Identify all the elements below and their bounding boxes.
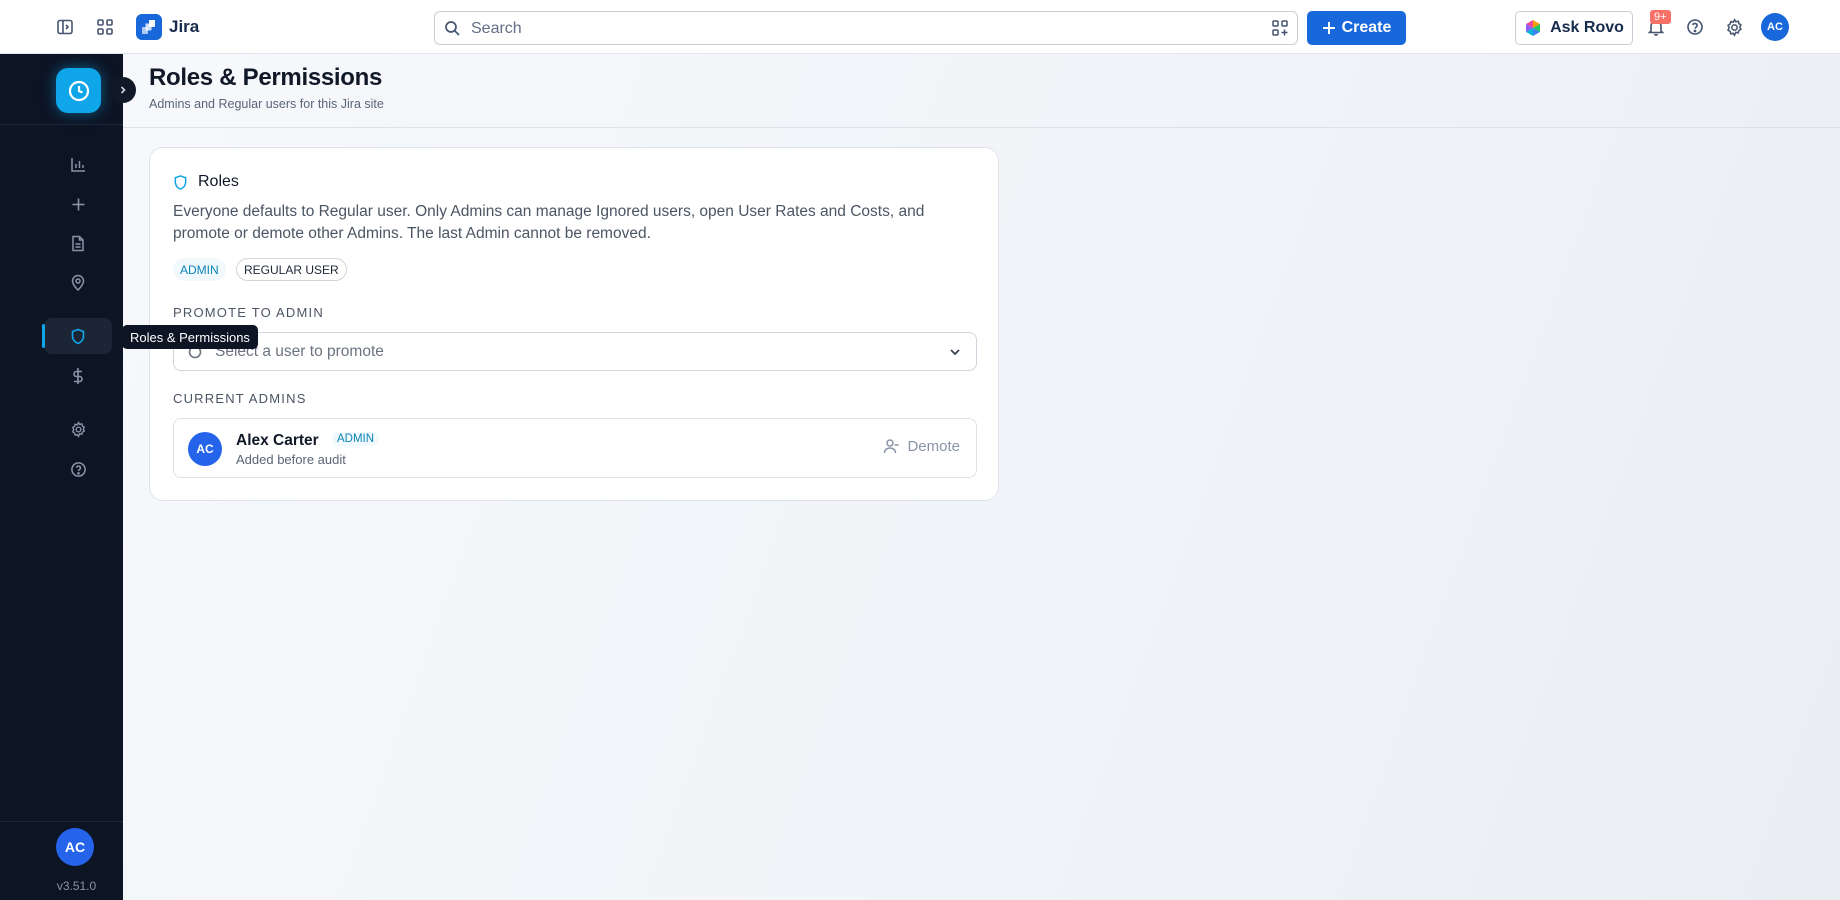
sidebar-item-reports[interactable] — [44, 146, 112, 182]
sidebar-tooltip: Roles & Permissions — [122, 325, 258, 349]
app-sidebar: AC v3.51.0 — [0, 54, 136, 900]
jira-logo-icon[interactable] — [136, 14, 162, 40]
admin-role-badge: ADMIN — [332, 432, 380, 446]
roles-card-header: Roles — [173, 173, 239, 191]
user-avatar[interactable]: AC — [1761, 13, 1789, 41]
search-input[interactable]: Search — [434, 11, 1298, 45]
search-placeholder: Search — [471, 20, 522, 37]
promote-section-label: PROMOTE TO ADMIN — [173, 305, 324, 320]
sidebar-item-rates[interactable] — [44, 358, 112, 394]
main-content: Roles & Permissions Admins and Regular u… — [123, 54, 1840, 900]
sidebar-item-settings[interactable] — [44, 411, 112, 447]
ask-rovo-button[interactable]: Ask Rovo — [1515, 11, 1633, 45]
sidebar-divider — [0, 124, 123, 125]
bar-chart-icon — [70, 157, 85, 172]
document-icon — [72, 235, 84, 251]
help-circle-icon — [70, 461, 86, 477]
map-pin-icon — [71, 274, 85, 291]
top-navigation-bar: Jira Search Create Ask Rovo 9+ AC — [0, 0, 1840, 54]
admin-note: Added before audit — [236, 452, 346, 467]
shield-icon — [174, 174, 187, 190]
admin-avatar: AC — [188, 432, 222, 466]
sidebar-item-add[interactable] — [44, 186, 112, 222]
ask-rovo-label: Ask Rovo — [1550, 19, 1624, 36]
user-minus-icon — [884, 439, 899, 454]
roles-description: Everyone defaults to Regular user. Only … — [173, 203, 925, 242]
demote-button[interactable]: Demote — [883, 438, 960, 455]
app-name[interactable]: Jira — [169, 17, 199, 37]
admin-name: Alex Carter — [236, 432, 319, 449]
sidebar-divider — [0, 821, 123, 822]
dollar-icon — [73, 368, 83, 384]
notifications-badge: 9+ — [1650, 10, 1671, 24]
app-switcher-icon[interactable] — [91, 13, 119, 41]
page-title: Roles & Permissions — [149, 64, 383, 91]
admin-role-pill: ADMIN — [173, 258, 226, 281]
header-divider — [123, 127, 1840, 128]
sidebar-toggle-icon[interactable] — [51, 13, 79, 41]
search-icon — [444, 20, 461, 42]
help-icon[interactable] — [1681, 13, 1709, 41]
sidebar-user-avatar[interactable]: AC — [56, 828, 94, 866]
shield-icon — [71, 328, 85, 344]
chevron-down-icon — [950, 349, 960, 356]
create-button[interactable]: Create — [1307, 11, 1406, 45]
regular-user-role-pill: REGULAR USER — [236, 258, 347, 281]
page-subtitle: Admins and Regular users for this Jira s… — [149, 97, 384, 111]
roles-card-title: Roles — [198, 173, 239, 190]
roles-card: Roles Everyone defaults to Regular user.… — [149, 147, 999, 501]
promote-user-select[interactable]: Select a user to promote — [173, 332, 977, 371]
sidebar-item-roles-permissions[interactable] — [42, 318, 112, 354]
gear-icon — [71, 420, 85, 438]
create-label: Create — [1341, 19, 1392, 36]
expand-sidebar-icon[interactable] — [110, 77, 136, 103]
clock-logo-icon[interactable] — [56, 68, 101, 113]
plus-icon — [1322, 22, 1335, 34]
demote-label: Demote — [907, 438, 960, 455]
current-admins-label: CURRENT ADMINS — [173, 391, 307, 406]
sidebar-item-documents[interactable] — [44, 225, 112, 261]
plus-icon — [72, 198, 84, 210]
search-filter-icon[interactable] — [1271, 19, 1289, 42]
rovo-icon — [1526, 20, 1541, 36]
sidebar-item-help[interactable] — [44, 451, 112, 487]
admin-list-item: AC Alex Carter ADMIN Added before audit … — [173, 418, 977, 478]
settings-gear-icon[interactable] — [1720, 13, 1748, 41]
sidebar-item-locations[interactable] — [44, 264, 112, 300]
